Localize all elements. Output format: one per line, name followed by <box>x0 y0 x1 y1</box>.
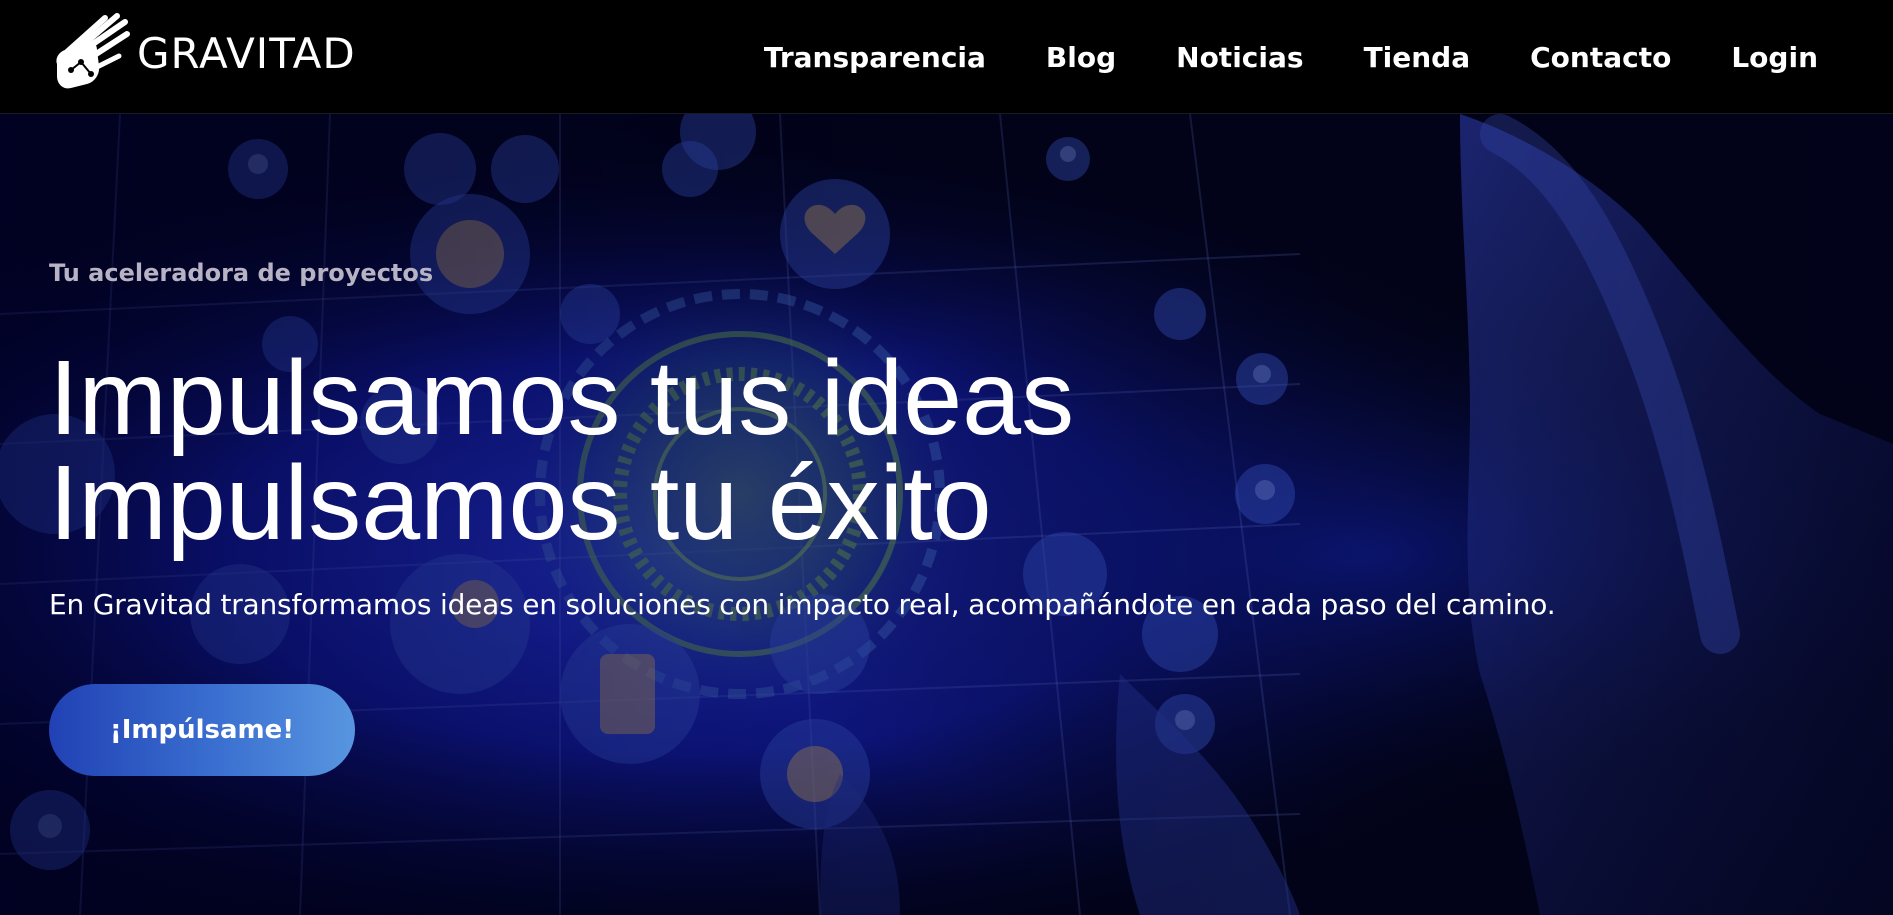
nav-link-tienda[interactable]: Tienda <box>1364 41 1471 74</box>
nav-link-noticias[interactable]: Noticias <box>1176 41 1303 74</box>
hero-section: Tu aceleradora de proyectos Impulsamos t… <box>0 114 1893 915</box>
hero-headline: Impulsamos tus ideas Impulsamos tu éxito <box>49 339 1075 562</box>
main-nav: Transparencia Blog Noticias Tienda Conta… <box>764 0 1818 114</box>
hero-headline-line-1: Impulsamos tus ideas <box>49 339 1075 457</box>
nav-link-login[interactable]: Login <box>1731 41 1818 74</box>
nav-link-transparencia[interactable]: Transparencia <box>764 41 986 74</box>
hero-eyebrow: Tu aceleradora de proyectos <box>49 259 434 287</box>
hero-subtext: En Gravitad transformamos ideas en soluc… <box>49 588 1556 621</box>
nav-link-blog[interactable]: Blog <box>1046 41 1116 74</box>
hero-headline-line-2: Impulsamos tu éxito <box>49 444 992 562</box>
brand-name: GRAVITAD <box>137 29 356 78</box>
nav-link-contacto[interactable]: Contacto <box>1530 41 1671 74</box>
impulsame-button[interactable]: ¡Impúlsame! <box>49 684 355 776</box>
brand-logo-link[interactable]: GRAVITAD <box>47 12 356 96</box>
top-navbar: GRAVITAD Transparencia Blog Noticias Tie… <box>0 0 1893 114</box>
gravitad-logo-icon <box>56 13 130 89</box>
